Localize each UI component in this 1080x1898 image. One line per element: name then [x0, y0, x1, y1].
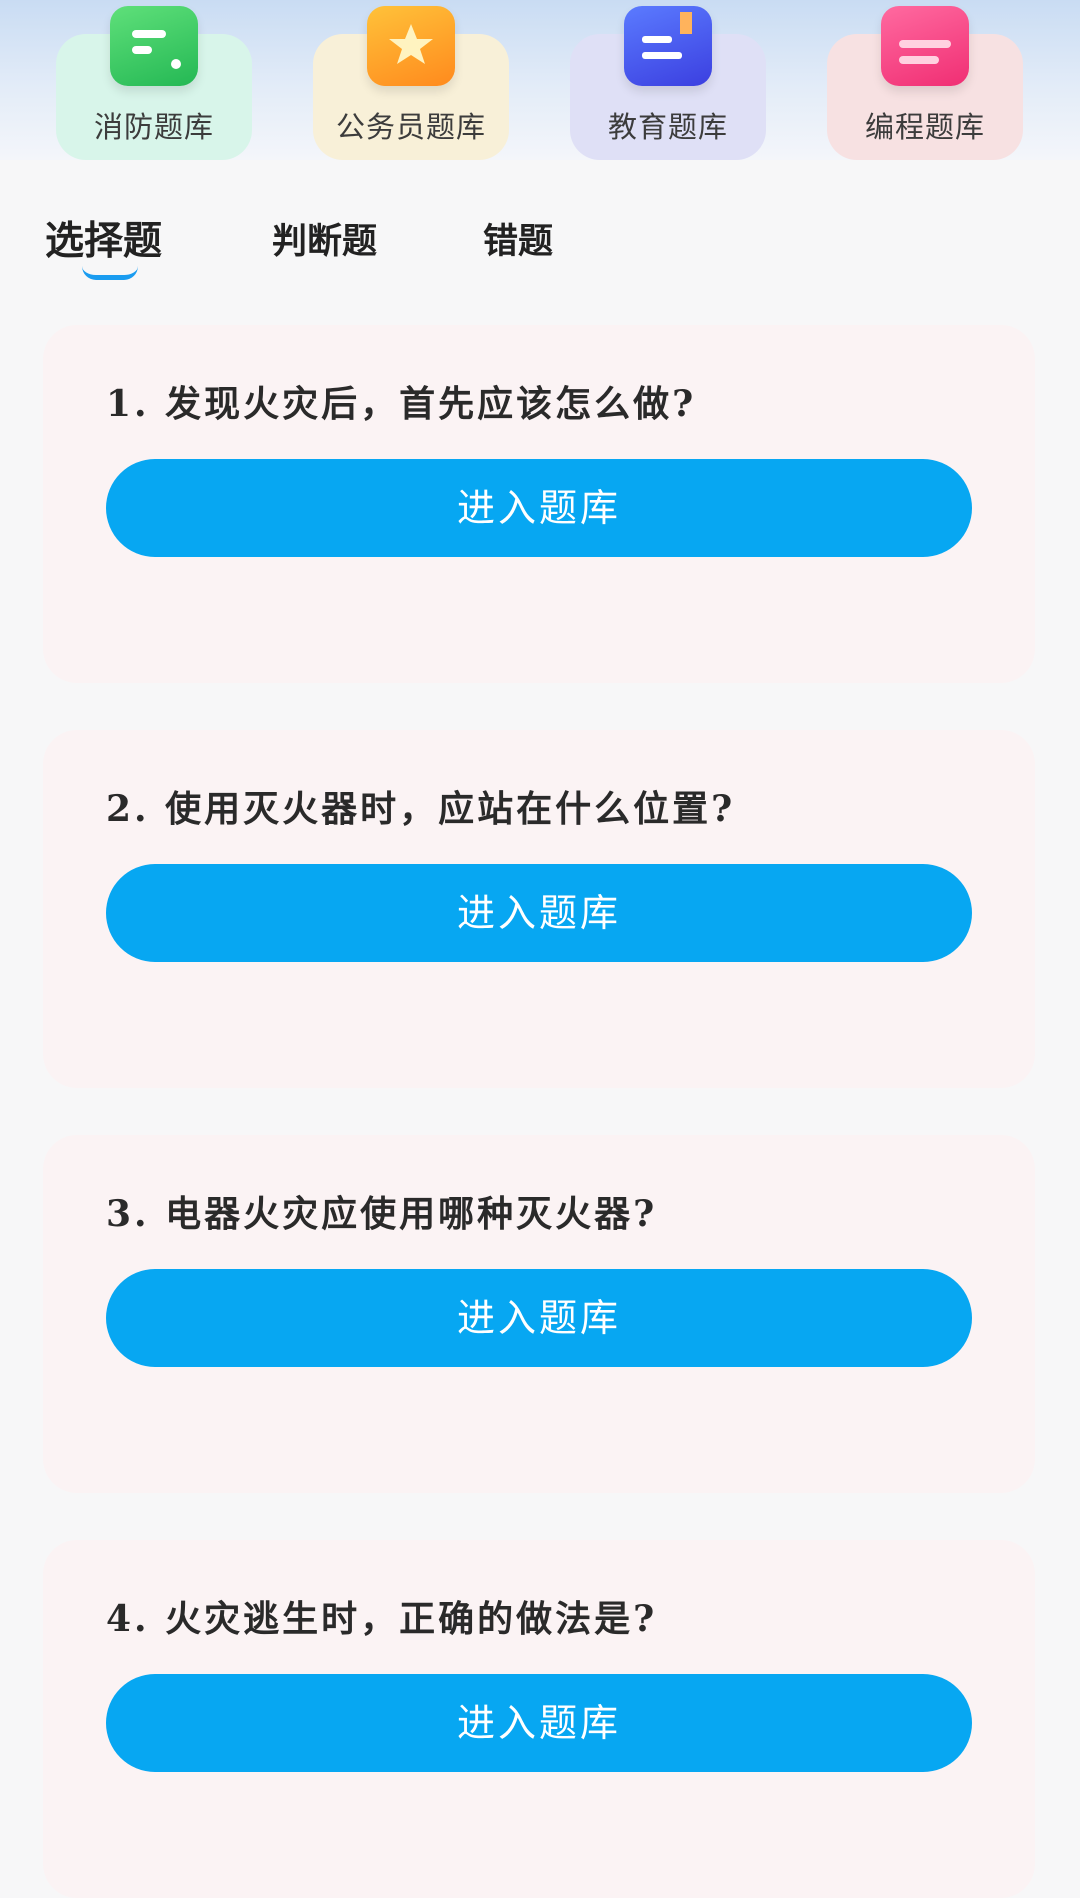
question-text: 1. 发现火灾后，首先应该怎么做?	[106, 383, 697, 425]
question-text: 4. 火灾逃生时，正确的做法是?	[106, 1598, 658, 1640]
enter-bank-button[interactable]: 进入题库	[106, 1674, 972, 1772]
enter-bank-button[interactable]: 进入题库	[106, 1269, 972, 1367]
enter-bank-button[interactable]: 进入题库	[106, 864, 972, 962]
category-header: 消防题库 公务员题库 教育题库 编程题库	[0, 0, 1080, 160]
category-programming[interactable]: 编程题库	[827, 6, 1023, 160]
question-card: 1. 发现火灾后，首先应该怎么做? 进入题库	[43, 325, 1035, 683]
tab-wrong-questions[interactable]: 错题	[483, 213, 553, 264]
category-label: 编程题库	[864, 110, 985, 144]
category-civil-service[interactable]: 公务员题库	[313, 6, 509, 160]
tab-choice[interactable]: 选择题	[45, 210, 162, 266]
category-fire[interactable]: 消防题库	[56, 6, 252, 160]
question-text: 2. 使用灭火器时，应站在什么位置?	[106, 788, 736, 830]
category-education[interactable]: 教育题库	[570, 6, 766, 160]
star-icon	[367, 6, 455, 86]
question-card: 3. 电器火灾应使用哪种灭火器? 进入题库	[43, 1135, 1035, 1493]
active-tab-indicator	[82, 266, 138, 280]
category-label: 教育题库	[607, 110, 728, 144]
fire-bank-icon	[110, 6, 198, 86]
tab-true-false[interactable]: 判断题	[272, 213, 377, 264]
question-card: 2. 使用灭火器时，应站在什么位置? 进入题库	[43, 730, 1035, 1088]
enter-bank-button[interactable]: 进入题库	[106, 459, 972, 557]
question-card: 4. 火灾逃生时，正确的做法是? 进入题库	[43, 1540, 1035, 1898]
category-label: 消防题库	[93, 110, 214, 144]
question-text: 3. 电器火灾应使用哪种灭火器?	[106, 1193, 658, 1235]
category-label: 公务员题库	[335, 110, 486, 144]
book-icon	[624, 6, 712, 86]
question-type-tabs: 选择题 判断题 错题	[0, 210, 1080, 280]
code-list-icon	[881, 6, 969, 86]
